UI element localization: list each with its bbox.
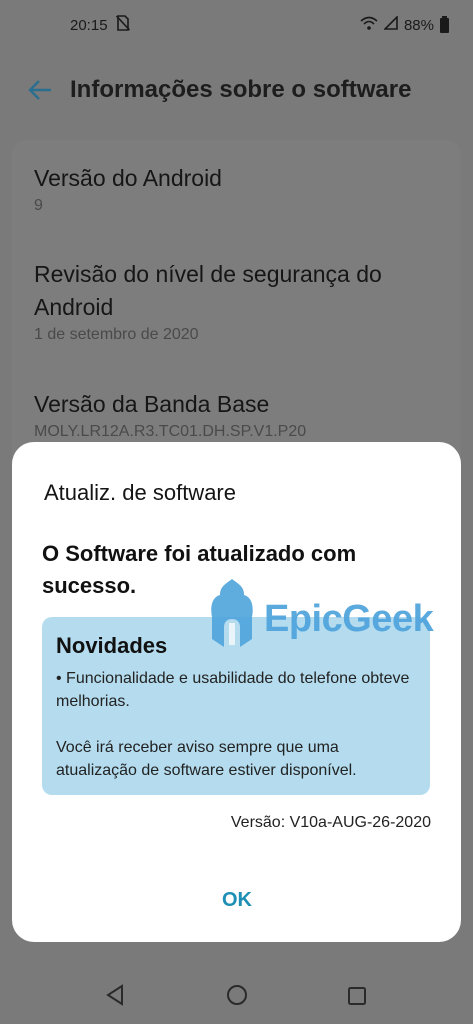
nav-back-icon[interactable] [104,984,126,1011]
list-item-value: 9 [34,197,43,214]
spartan-helmet-icon [206,577,258,662]
wifi-icon [360,16,378,34]
navigation-bar [0,966,473,1024]
signal-icon [383,15,398,34]
no-sim-icon [115,15,130,35]
status-bar: 20:15 88% [0,0,473,50]
list-item-title: Revisão do nível de segurança do Android [34,261,382,320]
battery-percent: 88% [403,16,434,34]
nav-recent-apps-icon[interactable] [347,986,367,1011]
nav-home-icon[interactable] [226,984,248,1011]
page-title: Informações sobre o software [70,76,412,103]
whats-new-line: Você irá receber aviso sempre que uma at… [56,739,357,779]
watermark-text: EpicGeek [264,597,434,640]
whats-new-line: • Funcionalidade e usabilidade do telefo… [56,670,410,710]
epicgeek-watermark: EpicGeek [206,578,446,660]
ok-button[interactable]: OK [202,882,272,918]
whats-new-body: • Funcionalidade e usabilidade do telefo… [56,667,418,782]
battery-icon [440,15,449,33]
back-arrow-icon[interactable] [26,76,54,104]
version-text: Versão: V10a-AUG-26-2020 [230,814,431,831]
status-time: 20:15 [70,16,108,34]
list-item-value: MOLY.LR12A.R3.TC01.DH.SP.V1.P20 [34,423,307,440]
software-update-dialog: Atualiz. de software O Software foi atua… [12,442,461,942]
app-bar: Informações sobre o software [0,58,473,122]
list-item-baseband-version[interactable]: Versão da Banda Base MOLY.LR12A.R3.TC01.… [34,388,306,441]
list-item-title: Versão do Android [34,165,222,191]
list-item-value: 1 de setembro de 2020 [34,326,199,343]
dialog-title: Atualiz. de software [44,480,236,505]
status-right: 88% [360,15,449,34]
list-item-title: Versão da Banda Base [34,391,270,417]
status-left: 20:15 [70,15,130,35]
list-item-android-version[interactable]: Versão do Android 9 [34,162,222,215]
whats-new-title: Novidades [56,633,168,658]
list-item-security-patch[interactable]: Revisão do nível de segurança do Android… [34,258,434,344]
